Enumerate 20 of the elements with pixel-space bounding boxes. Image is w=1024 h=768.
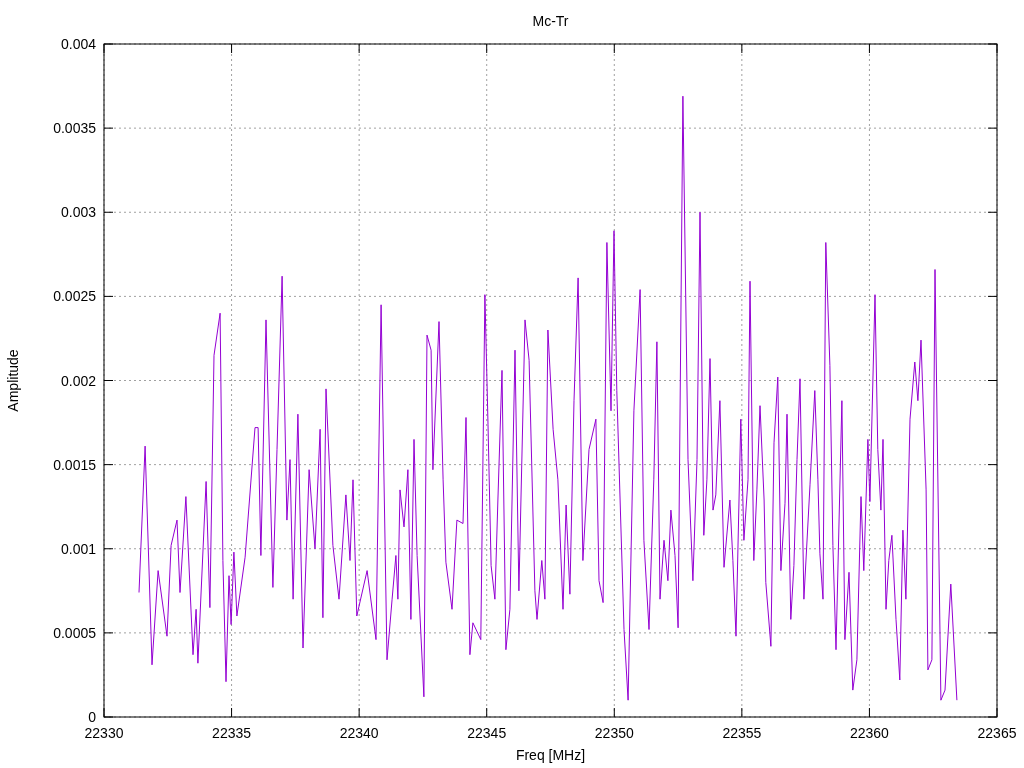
tick-label: 0.0015 [53, 456, 96, 473]
tick-label: 0.0035 [53, 120, 96, 137]
tick-label: 22345 [467, 725, 507, 741]
tick-label: 22350 [594, 725, 634, 741]
tick-label: 0 [88, 709, 96, 725]
tick-label: 22335 [212, 725, 252, 741]
tick-label: 0.002 [60, 372, 96, 389]
tick-label: 22365 [977, 725, 1017, 741]
tick-label: 22360 [849, 725, 889, 741]
tick-label: 0.001 [60, 540, 96, 557]
tick-label: 22330 [84, 725, 124, 741]
tick-label: 22340 [339, 725, 379, 741]
chart-title: Mc-Tr [532, 13, 569, 29]
axis-title: Freq [MHz] [515, 747, 586, 763]
tick-label: 0.0005 [53, 624, 96, 641]
tick-label: 0.003 [60, 204, 96, 221]
tick-label: 0.004 [60, 36, 96, 52]
tick-label: 22355 [722, 725, 762, 741]
axis-title: Amplitude [5, 349, 21, 412]
tick-label: 0.0025 [53, 288, 96, 305]
